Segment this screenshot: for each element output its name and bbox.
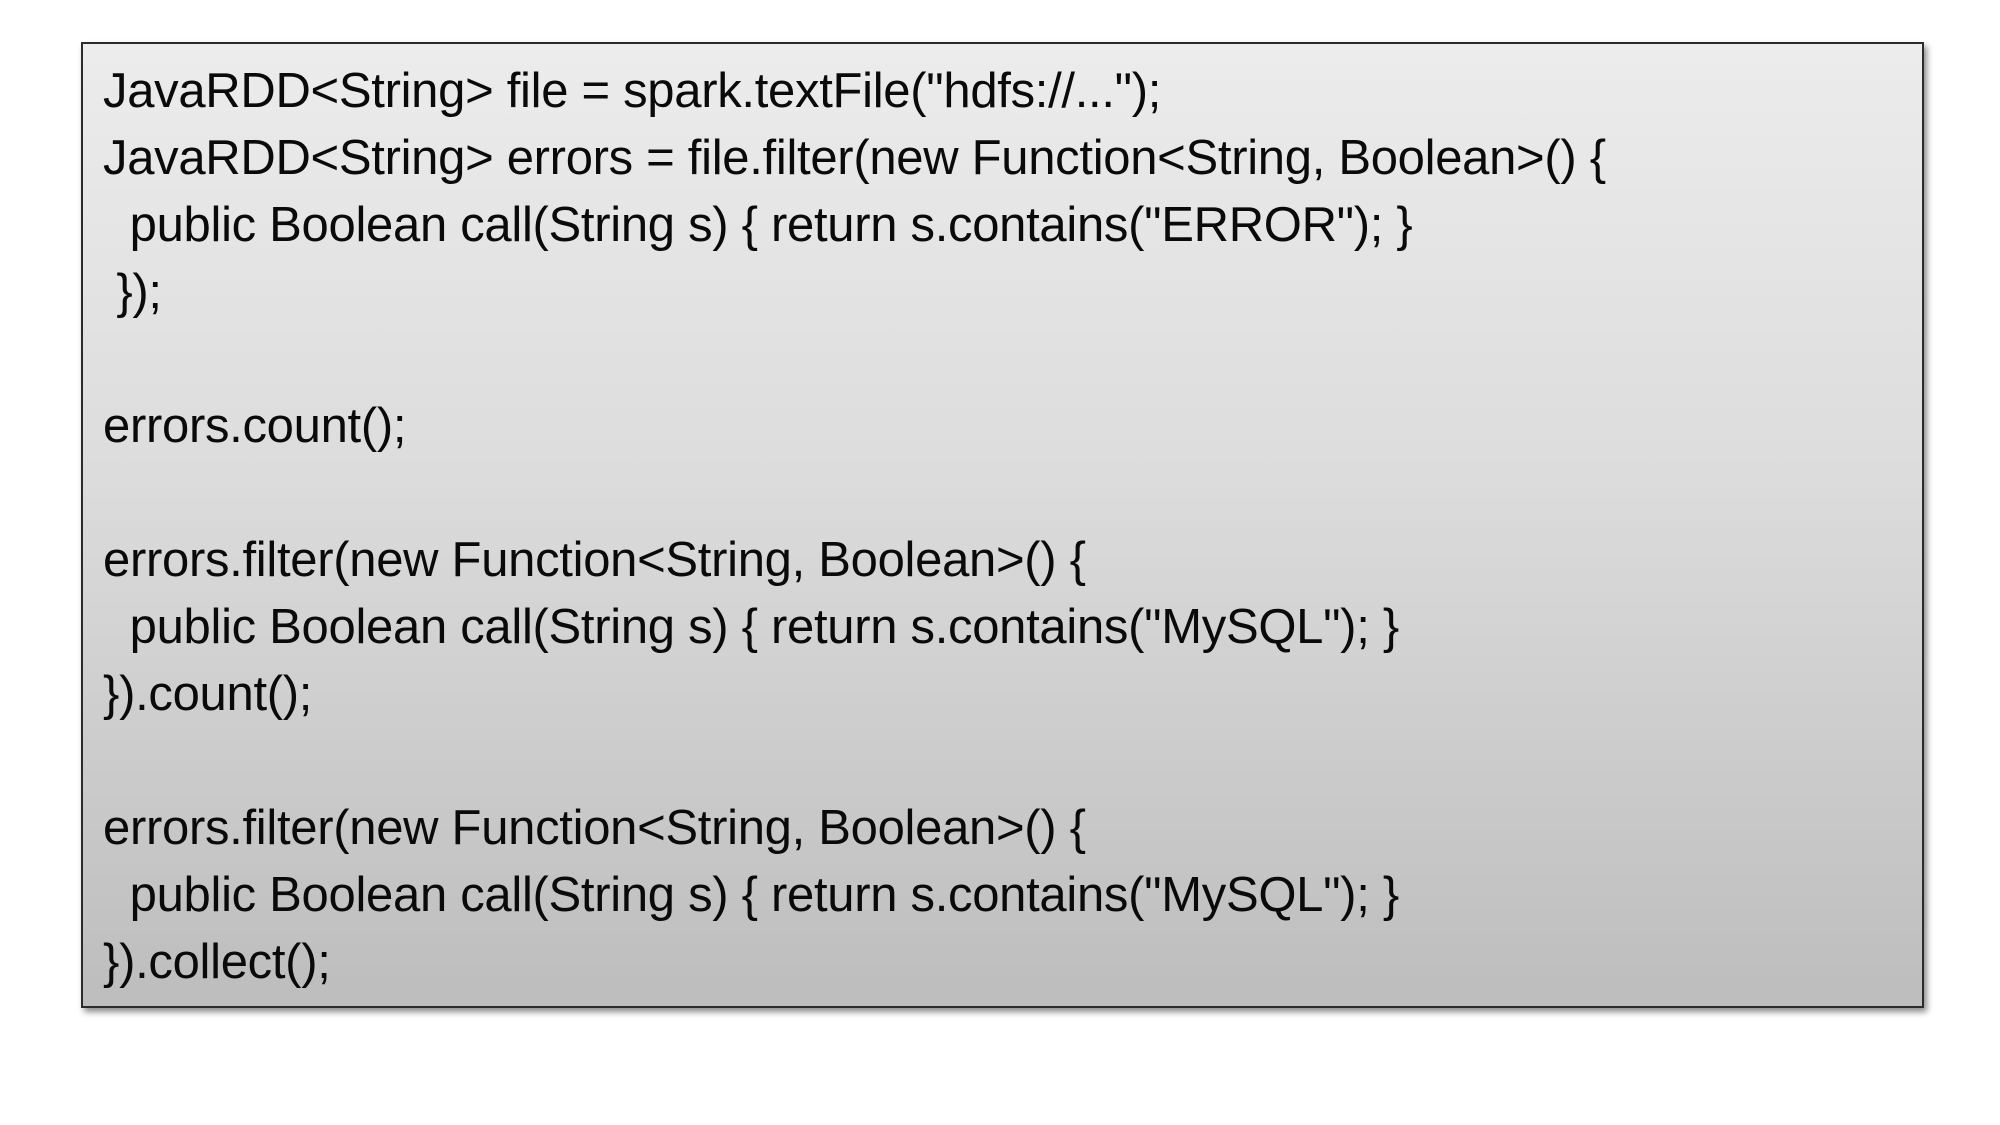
code-line-8: errors.filter(new Function<String, Boole… [103, 533, 1086, 587]
code-line-13: public Boolean call(String s) { return s… [103, 868, 1400, 922]
code-line-10: }).count(); [103, 667, 313, 721]
code-block: JavaRDD<String> file = spark.textFile("h… [81, 42, 1924, 1008]
slide: JavaRDD<String> file = spark.textFile("h… [0, 0, 2000, 1125]
code-line-1: JavaRDD<String> file = spark.textFile("h… [103, 64, 1162, 118]
code-line-6: errors.count(); [103, 399, 407, 453]
code-line-4: }); [103, 265, 162, 319]
code-line-9: public Boolean call(String s) { return s… [103, 600, 1400, 654]
code-lines: JavaRDD<String> file = spark.textFile("h… [103, 58, 1902, 996]
code-line-14: }).collect(); [103, 935, 331, 989]
code-line-12: errors.filter(new Function<String, Boole… [103, 801, 1086, 855]
code-line-2: JavaRDD<String> errors = file.filter(new… [103, 131, 1606, 185]
code-line-3: public Boolean call(String s) { return s… [103, 198, 1413, 252]
